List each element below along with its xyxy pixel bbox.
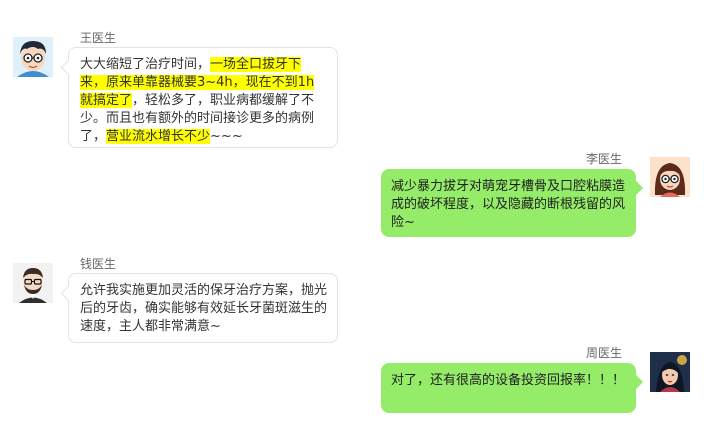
message-text: 减少暴力拔牙对萌宠牙槽骨及口腔粘膜造成的破坏程度，以及隐藏的断根残留的风险~ <box>391 179 626 230</box>
sender-name: 钱医生 <box>80 257 117 271</box>
cartoon-woman-glasses-avatar-icon <box>650 157 690 197</box>
message-bubble[interactable]: 允许我实施更加灵活的保牙治疗方案，抛光后的牙齿，确实能够有效延长牙菌斑滋生的速度… <box>68 273 338 343</box>
message-text: 对了，还有很高的设备投资回报率！！！ <box>391 373 626 388</box>
sender-name: 周医生 <box>586 346 623 360</box>
illustrated-woman-avatar-icon <box>650 352 690 392</box>
message-bubble[interactable]: 对了，还有很高的设备投资回报率！！！ <box>381 363 636 413</box>
message-text: ~~~ <box>210 129 243 144</box>
sender-name: 李医生 <box>586 152 623 166</box>
cartoon-man-glasses-avatar-icon <box>13 37 53 77</box>
message-bubble[interactable]: 大大缩短了治疗时间，一场全口拔牙下来，原来单靠器械要3~4h，现在不到1h就搞定… <box>68 47 338 148</box>
highlighted-text: 营业流水增长不少 <box>106 129 211 144</box>
sender-name: 王医生 <box>80 31 117 45</box>
avatar-wang[interactable] <box>13 37 53 77</box>
avatar-li[interactable] <box>650 157 690 197</box>
avatar-qian[interactable] <box>13 263 53 303</box>
message-text: 大大缩短了治疗时间， <box>80 57 211 72</box>
cartoon-man-beard-avatar-icon <box>13 263 53 303</box>
avatar-zhou[interactable] <box>650 352 690 392</box>
message-text: 允许我实施更加灵活的保牙治疗方案，抛光后的牙齿，确实能够有效延长牙菌斑滋生的速度… <box>80 283 328 334</box>
message-bubble[interactable]: 减少暴力拔牙对萌宠牙槽骨及口腔粘膜造成的破坏程度，以及隐藏的断根残留的风险~ <box>381 169 636 237</box>
